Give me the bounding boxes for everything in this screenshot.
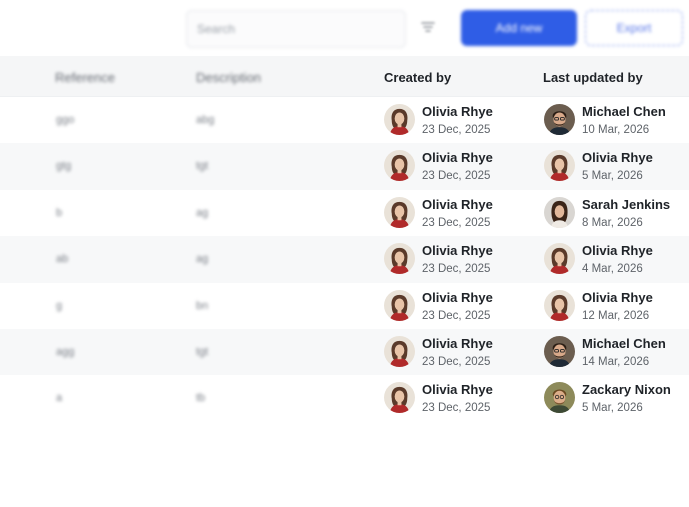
- cell-col1: g: [56, 299, 63, 312]
- table-row[interactable]: ab ag Olivia Rhye 23 Dec, 2025 Olivia Rhy…: [0, 236, 689, 283]
- avatar: [384, 104, 415, 135]
- created-by-name: Olivia Rhye: [422, 382, 493, 398]
- avatar: [384, 243, 415, 274]
- search-input[interactable]: Search: [186, 10, 406, 48]
- avatar: [544, 243, 575, 274]
- avatar: [544, 382, 575, 413]
- cell-col1: ab: [56, 253, 69, 266]
- avatar: [544, 290, 575, 321]
- cell-col2: ag: [196, 253, 209, 266]
- cell-col1: b: [56, 206, 63, 219]
- table-row[interactable]: b ag Olivia Rhye 23 Dec, 2025 Sarah Jenki…: [0, 190, 689, 236]
- created-date: 23 Dec, 2025: [422, 124, 491, 136]
- header-col1[interactable]: Reference: [55, 70, 115, 85]
- created-date: 23 Dec, 2025: [422, 263, 491, 276]
- cell-col1: ggo: [56, 114, 75, 126]
- created-date: 23 Dec, 2025: [422, 170, 491, 183]
- created-by-cell: Olivia Rhye 23 Dec, 2025: [384, 335, 493, 369]
- search-placeholder: Search: [197, 22, 236, 36]
- avatar: [384, 382, 415, 413]
- updated-date: 14 Mar, 2026: [582, 355, 650, 368]
- created-date: 23 Dec, 2025: [422, 309, 491, 322]
- created-date: 23 Dec, 2025: [422, 355, 491, 368]
- updated-by-name: Michael Chen: [582, 335, 666, 351]
- avatar: [384, 336, 415, 367]
- cell-col2: ag: [196, 206, 209, 219]
- cell-col1: agg: [56, 345, 75, 358]
- avatar: [544, 104, 575, 135]
- cell-col2: tgt: [196, 345, 209, 358]
- updated-by-cell: Michael Chen 10 Mar, 2026: [544, 103, 666, 137]
- avatar: [544, 336, 575, 367]
- table-row[interactable]: g bn Olivia Rhye 23 Dec, 2025 Olivia Rhye…: [0, 283, 689, 329]
- created-by-name: Olivia Rhye: [422, 335, 493, 351]
- avatar: [384, 290, 415, 321]
- updated-by-cell: Michael Chen 14 Mar, 2026: [544, 335, 666, 369]
- table-row[interactable]: a tb Olivia Rhye 23 Dec, 2025 Zackary Nix…: [0, 375, 689, 421]
- created-by-name: Olivia Rhye: [422, 196, 493, 212]
- cell-col1: gtg: [56, 160, 72, 173]
- updated-date: 5 Mar, 2026: [582, 170, 643, 183]
- avatar: [544, 150, 575, 181]
- updated-date: 10 Mar, 2026: [582, 124, 650, 136]
- updated-by-name: Sarah Jenkins: [582, 196, 671, 212]
- primary-action-button[interactable]: Add new: [461, 10, 577, 46]
- updated-by-cell: Olivia Rhye 12 Mar, 2026: [544, 289, 653, 323]
- header-col2[interactable]: Description: [196, 70, 261, 85]
- created-date: 23 Dec, 2025: [422, 402, 491, 415]
- toolbar: Search Add new Export: [0, 0, 689, 56]
- created-by-cell: Olivia Rhye 23 Dec, 2025: [384, 381, 493, 415]
- updated-by-name: Michael Chen: [582, 104, 666, 119]
- updated-by-name: Olivia Rhye: [582, 243, 653, 259]
- updated-by-cell: Olivia Rhye 4 Mar, 2026: [544, 242, 653, 276]
- cell-col2: bn: [196, 299, 209, 312]
- created-by-name: Olivia Rhye: [422, 104, 493, 119]
- updated-date: 4 Mar, 2026: [582, 263, 643, 276]
- table-row[interactable]: gtg tgt Olivia Rhye 23 Dec, 2025 Olivia R…: [0, 143, 689, 190]
- updated-by-cell: Zackary Nixon 5 Mar, 2026: [544, 381, 671, 415]
- updated-by-name: Olivia Rhye: [582, 289, 653, 305]
- cell-col2: tb: [196, 392, 206, 405]
- created-date: 23 Dec, 2025: [422, 216, 491, 229]
- updated-by-cell: Olivia Rhye 5 Mar, 2026: [544, 149, 653, 183]
- table-row[interactable]: ggo abg Olivia Rhye 23 Dec, 2025 Michael …: [0, 97, 689, 143]
- table-header: Reference Description Created by Last up…: [0, 56, 689, 97]
- header-last-updated-by[interactable]: Last updated by: [543, 70, 643, 85]
- updated-date: 8 Mar, 2026: [582, 216, 643, 229]
- updated-date: 5 Mar, 2026: [582, 402, 643, 415]
- created-by-cell: Olivia Rhye 23 Dec, 2025: [384, 289, 493, 323]
- updated-date: 12 Mar, 2026: [582, 309, 650, 322]
- updated-by-name: Zackary Nixon: [582, 382, 671, 398]
- created-by-cell: Olivia Rhye 23 Dec, 2025: [384, 149, 493, 183]
- created-by-name: Olivia Rhye: [422, 289, 493, 305]
- secondary-action-button[interactable]: Export: [585, 10, 683, 46]
- created-by-name: Olivia Rhye: [422, 243, 493, 259]
- filter-icon[interactable]: [418, 17, 438, 37]
- created-by-name: Olivia Rhye: [422, 150, 493, 166]
- cell-col1: a: [56, 392, 63, 405]
- created-by-cell: Olivia Rhye 23 Dec, 2025: [384, 196, 493, 230]
- avatar: [384, 197, 415, 228]
- data-table: Reference Description Created by Last up…: [0, 56, 689, 422]
- created-by-cell: Olivia Rhye 23 Dec, 2025: [384, 103, 493, 137]
- updated-by-name: Olivia Rhye: [582, 150, 653, 166]
- avatar: [544, 197, 575, 228]
- created-by-cell: Olivia Rhye 23 Dec, 2025: [384, 242, 493, 276]
- avatar: [384, 150, 415, 181]
- cell-col2: tgt: [196, 160, 209, 173]
- table-row[interactable]: agg tgt Olivia Rhye 23 Dec, 2025 Michael …: [0, 328, 689, 376]
- cell-col2: abg: [196, 114, 215, 126]
- header-created-by[interactable]: Created by: [384, 70, 451, 85]
- updated-by-cell: Sarah Jenkins 8 Mar, 2026: [544, 196, 670, 230]
